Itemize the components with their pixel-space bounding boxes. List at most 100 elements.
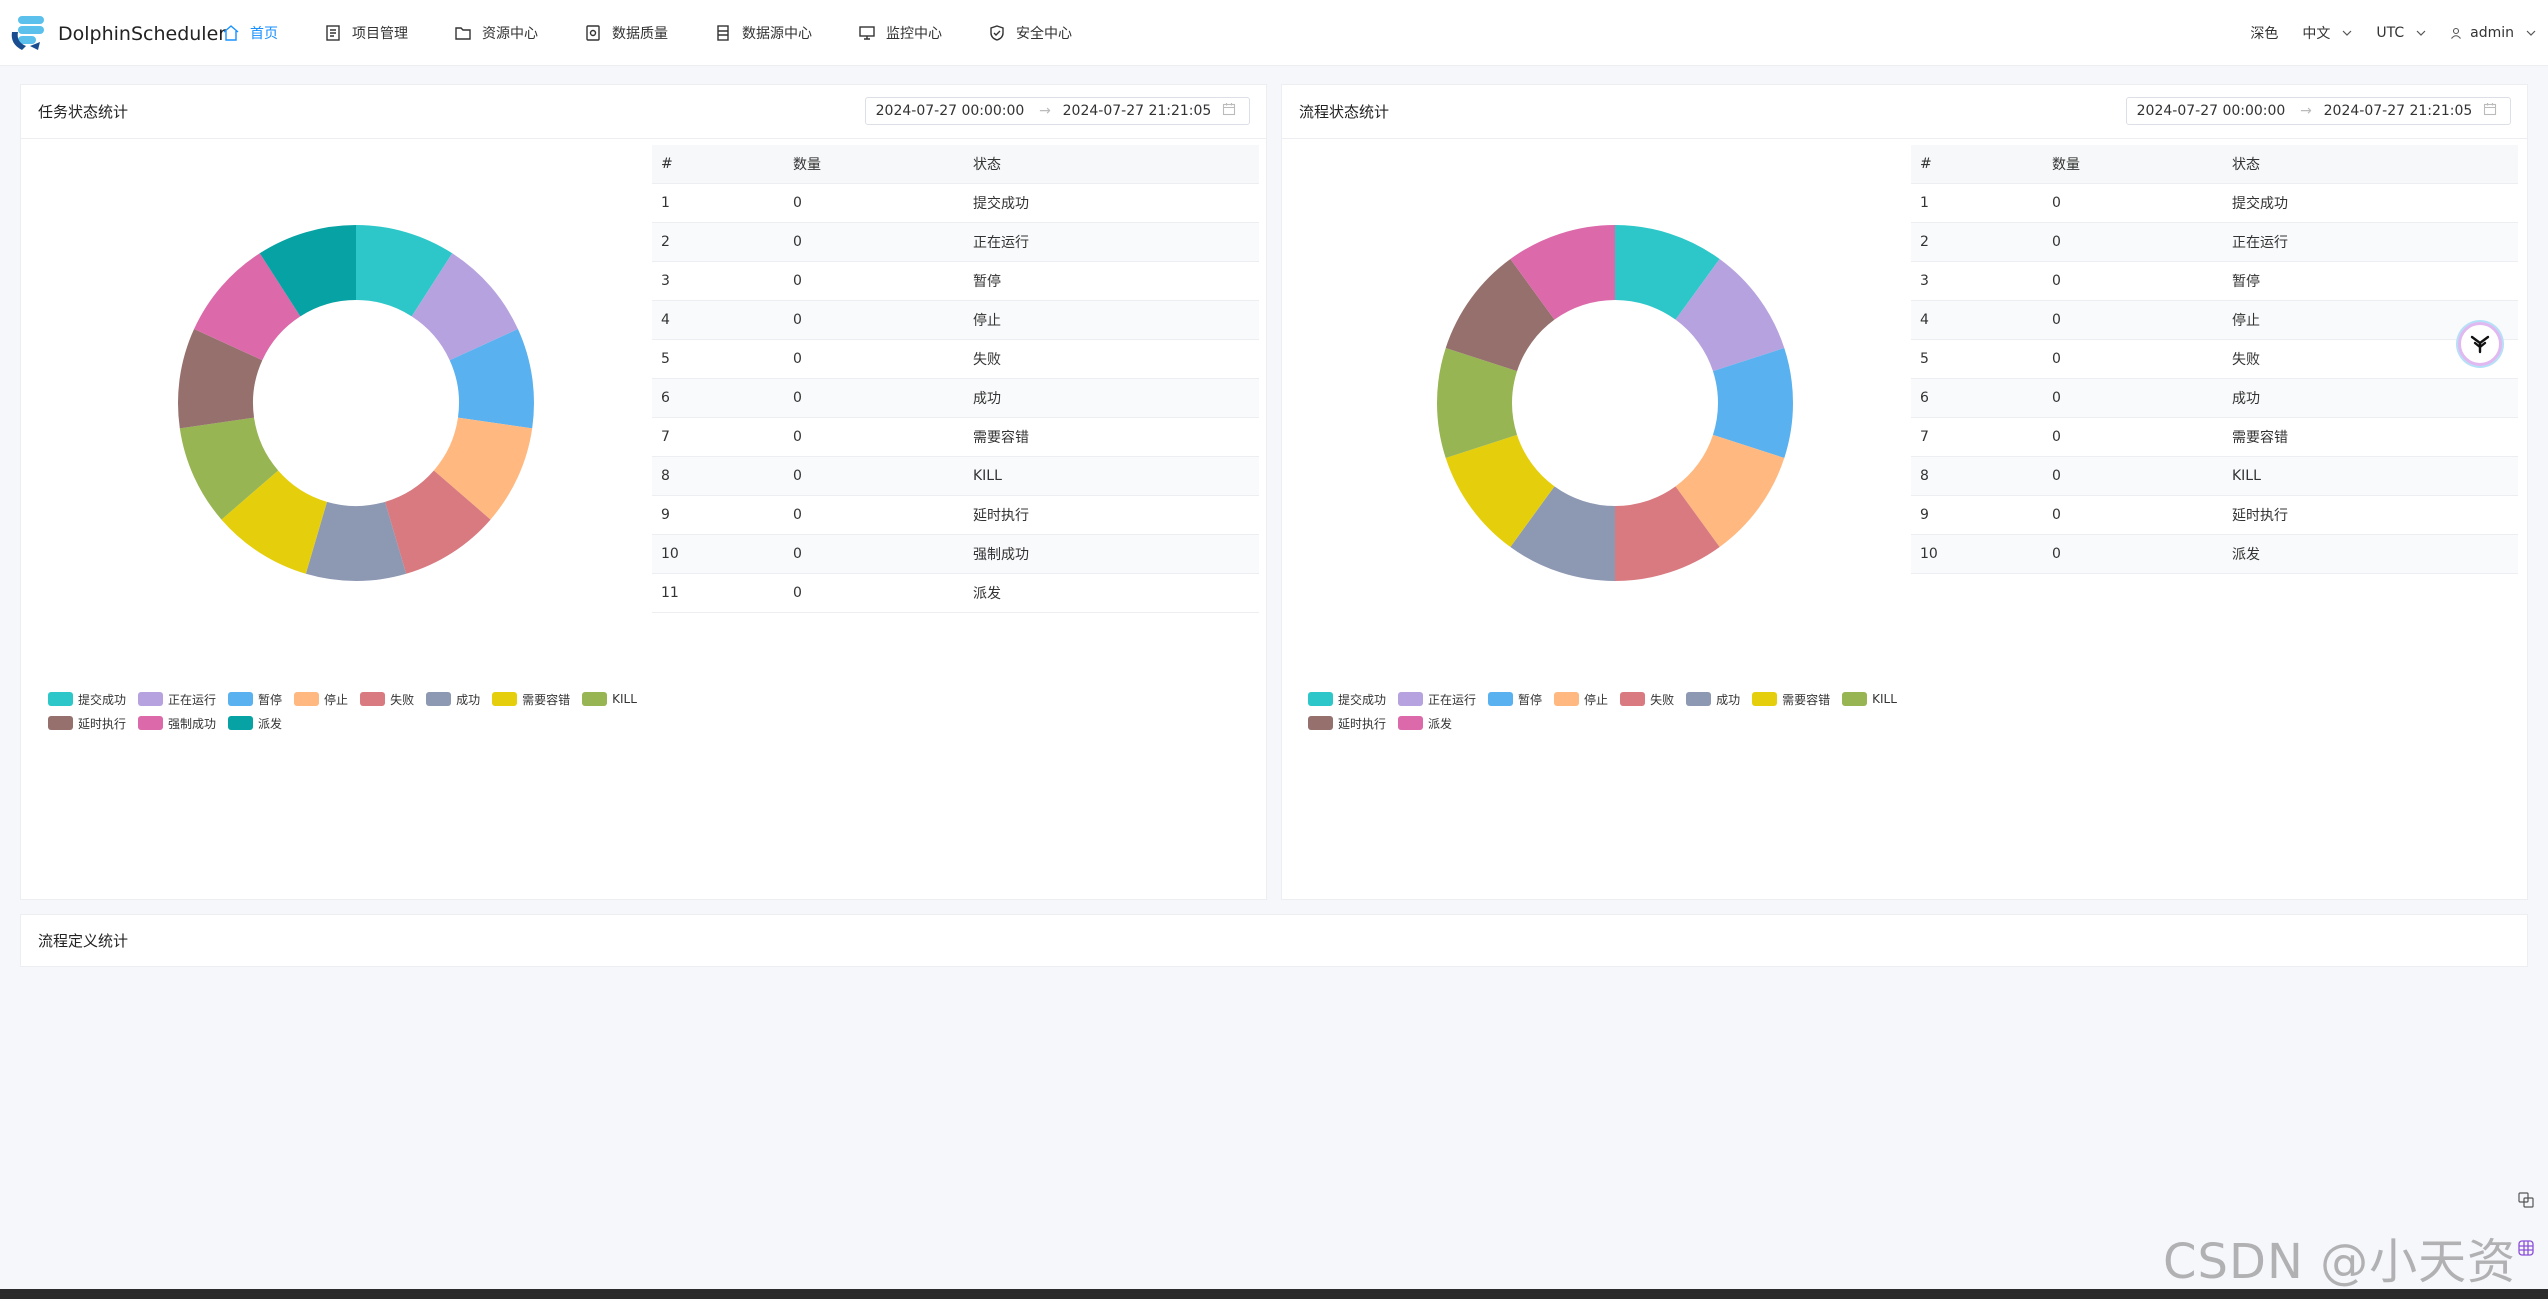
legend-swatch (582, 692, 608, 706)
row-index: 2 (1911, 222, 2043, 262)
legend-item[interactable]: 提交成功 (48, 687, 126, 711)
project-icon (326, 25, 340, 41)
row-index: 2 (652, 222, 784, 262)
legend-item[interactable]: 延时执行 (48, 711, 126, 735)
row-count: 0 (784, 183, 964, 223)
row-state: 需要容错 (964, 417, 1259, 457)
legend-item[interactable]: 需要容错 (492, 687, 570, 711)
translate-icon[interactable] (2512, 1186, 2540, 1214)
legend-swatch (228, 716, 254, 730)
row-index: 10 (652, 534, 784, 574)
legend-label: 失败 (1650, 692, 1675, 707)
chevron-down-icon (2526, 30, 2536, 36)
legend-item[interactable]: 失败 (1620, 687, 1674, 711)
brand-logo[interactable]: DolphinScheduler (8, 14, 226, 54)
legend-item[interactable]: 停止 (294, 687, 348, 711)
legend-label: KILL (612, 692, 637, 706)
legend-label: 提交成功 (78, 692, 127, 707)
row-count: 0 (2043, 300, 2223, 340)
legend-item[interactable]: 派发 (1398, 711, 1452, 735)
nav-item-projects[interactable]: 项目管理 (324, 23, 408, 43)
row-state: 派发 (964, 573, 1259, 613)
legend-item[interactable]: 停止 (1554, 687, 1608, 711)
row-state: 派发 (2223, 534, 2518, 574)
legend-item[interactable]: KILL (582, 687, 637, 711)
language-label: 中文 (2302, 26, 2331, 42)
nav-item-datasource[interactable]: 数据源中心 (714, 23, 812, 43)
datasource-icon (717, 25, 729, 41)
table-row: 9 0 延时执行 (652, 495, 1259, 535)
nav-item-resources[interactable]: 资源中心 (454, 23, 538, 43)
table-row: 1 0 提交成功 (652, 183, 1259, 223)
timezone-select[interactable]: UTC (2376, 25, 2426, 41)
legend-item[interactable]: 暂停 (1488, 687, 1542, 711)
nav-item-home[interactable]: 首页 (222, 23, 278, 43)
legend-label: 延时执行 (1338, 716, 1387, 731)
nav-label: 项目管理 (352, 26, 408, 42)
folder-icon (455, 27, 471, 40)
row-count: 0 (2043, 222, 2223, 262)
date-end[interactable]: 2024-07-27 21:21:05 (1056, 103, 1218, 119)
nav-item-monitor[interactable]: 监控中心 (858, 23, 942, 43)
legend-swatch (1752, 692, 1778, 706)
legend-swatch (1308, 692, 1333, 706)
row-index: 11 (652, 573, 784, 613)
theme-toggle[interactable]: 深色 (2250, 23, 2278, 43)
date-end[interactable]: 2024-07-27 21:21:05 (2317, 103, 2479, 119)
assistant-float-icon[interactable] (2458, 322, 2502, 366)
dolphin-logo-icon (8, 14, 54, 54)
language-select[interactable]: 中文 (2302, 23, 2352, 43)
row-index: 3 (652, 261, 784, 301)
legend-item[interactable]: 需要容错 (1752, 687, 1830, 711)
legend-item[interactable]: 强制成功 (138, 711, 216, 735)
card-header: 流程状态统计 2024-07-27 00:00:00 → 2024-07-27 … (1282, 85, 2527, 139)
row-count: 0 (2043, 495, 2223, 535)
legend-label: 需要容错 (1782, 692, 1831, 707)
row-state: 延时执行 (964, 495, 1259, 535)
legend-label: 派发 (1428, 716, 1453, 731)
legend-swatch (1398, 692, 1424, 706)
legend-swatch (138, 716, 164, 730)
task-state-donut-chart (178, 225, 534, 581)
legend-label: 暂停 (1518, 692, 1543, 707)
row-count: 0 (2043, 456, 2223, 496)
legend-item[interactable]: 失败 (360, 687, 414, 711)
legend-swatch (228, 692, 254, 706)
arrow-right-icon: → (1039, 103, 1051, 119)
date-start[interactable]: 2024-07-27 00:00:00 (2127, 103, 2295, 119)
legend-label: 强制成功 (168, 716, 217, 731)
legend-item[interactable]: 暂停 (228, 687, 282, 711)
table-row: 4 0 停止 (652, 300, 1259, 340)
table-row: 10 0 强制成功 (652, 534, 1259, 574)
table-row: 3 0 暂停 (652, 261, 1259, 301)
home-icon (223, 25, 239, 41)
date-range-picker[interactable]: 2024-07-27 00:00:00 → 2024-07-27 21:21:0… (865, 97, 1250, 125)
nav-item-security[interactable]: 安全中心 (988, 23, 1072, 43)
legend-item[interactable]: KILL (1842, 687, 1897, 711)
legend-item[interactable]: 正在运行 (1398, 687, 1476, 711)
legend-item[interactable]: 成功 (426, 687, 480, 711)
legend-item[interactable]: 延时执行 (1308, 711, 1386, 735)
row-count: 0 (2043, 183, 2223, 223)
legend-item[interactable]: 正在运行 (138, 687, 216, 711)
row-index: 7 (652, 417, 784, 457)
legend-item[interactable]: 派发 (228, 711, 282, 735)
calendar-icon (2479, 102, 2501, 120)
legend-swatch (138, 692, 164, 706)
row-count: 0 (784, 456, 964, 496)
row-count: 0 (2043, 261, 2223, 301)
nav-item-data-quality[interactable]: 数据质量 (584, 23, 668, 43)
process-state-donut-chart (1437, 225, 1793, 581)
user-menu[interactable]: admin (2450, 25, 2536, 41)
table-row: 11 0 派发 (652, 573, 1259, 613)
legend-item[interactable]: 成功 (1686, 687, 1740, 711)
row-state: 强制成功 (964, 534, 1259, 574)
date-start[interactable]: 2024-07-27 00:00:00 (866, 103, 1034, 119)
row-index: 6 (1911, 378, 2043, 418)
legend-item[interactable]: 提交成功 (1308, 687, 1386, 711)
card-header: 流程定义统计 (21, 915, 2527, 966)
row-index: 9 (1911, 495, 2043, 535)
user-icon (2451, 27, 2462, 39)
date-range-picker[interactable]: 2024-07-27 00:00:00 → 2024-07-27 21:21:0… (2126, 97, 2511, 125)
legend-swatch (1686, 692, 1712, 706)
